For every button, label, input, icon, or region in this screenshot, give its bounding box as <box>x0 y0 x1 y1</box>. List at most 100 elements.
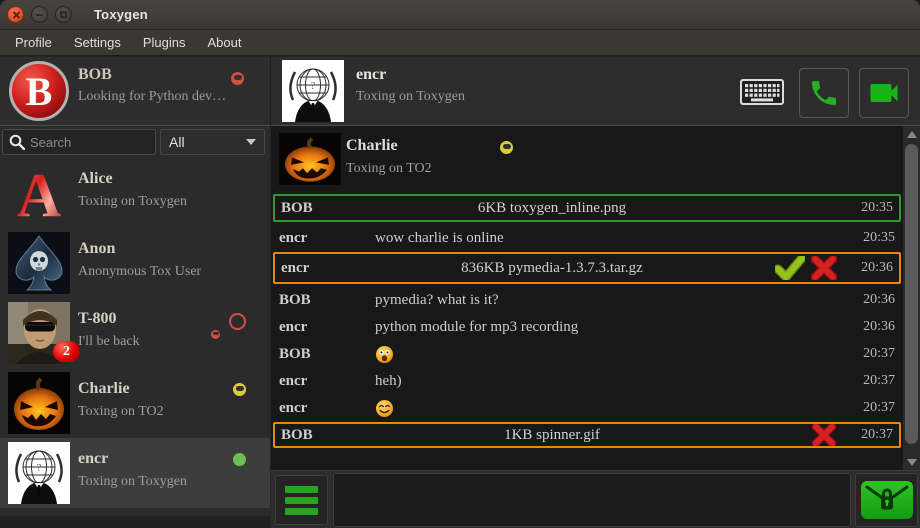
message-time: 20:36 <box>843 292 895 308</box>
menu-settings[interactable]: Settings <box>63 31 132 54</box>
message-row: BOB pymedia? what is it? 20:36 <box>273 287 901 313</box>
contact-row-t800[interactable]: T-800 I'll be back 2 <box>0 298 270 368</box>
video-camera-icon <box>866 75 902 111</box>
menu-plugins[interactable]: Plugins <box>132 31 197 54</box>
contact-row-alice[interactable]: A Alice Toxing on Toxygen <box>0 158 270 228</box>
cancel-file-button[interactable] <box>807 423 841 447</box>
smiling-emoji-icon <box>375 399 394 418</box>
file-transfer-row: BOB 1KB spinner.gif 20:37 <box>273 422 901 448</box>
message-time: 20:37 <box>843 346 895 362</box>
message-author: encr <box>279 230 375 247</box>
composer-bar <box>271 470 920 528</box>
message-text: python module for mp3 recording <box>375 319 843 336</box>
anonymous-mask-avatar: ? <box>8 442 70 504</box>
contact-status-message: Toxing on Toxygen <box>78 474 187 490</box>
anon-spade-skull-avatar <box>8 232 70 294</box>
message-row: BOB 😲 20:37 <box>273 341 901 367</box>
contact-row-anon[interactable]: Anon Anonymous Tox User <box>0 228 270 298</box>
close-button[interactable] <box>7 6 24 23</box>
search-input[interactable] <box>30 135 140 150</box>
message-time: 20:37 <box>841 427 893 443</box>
attachment-menu-button[interactable] <box>275 475 328 525</box>
video-call-button[interactable] <box>859 68 909 118</box>
scrollbar-thumb[interactable] <box>905 144 918 444</box>
file-transfer-label: 836KB pymedia-1.3.7.3.tar.gz <box>365 260 739 277</box>
sidebar: All A Alice Toxing on Toxygen <box>0 125 270 528</box>
phone-icon <box>808 77 840 109</box>
contact-name: T-800 <box>78 310 117 328</box>
message-input[interactable] <box>333 473 851 527</box>
chevron-down-icon <box>246 139 256 145</box>
check-icon <box>775 256 805 280</box>
busy-unread-status-icon <box>229 313 246 330</box>
message-author: BOB <box>281 200 377 217</box>
alice-avatar: A <box>8 162 70 224</box>
accept-file-button[interactable] <box>773 256 807 280</box>
message-time: 20:35 <box>841 200 893 216</box>
menu-about[interactable]: About <box>196 31 252 54</box>
message-text: 😊 <box>375 399 843 418</box>
message-row: encr python module for mp3 recording 20:… <box>273 314 901 340</box>
pumpkin-avatar <box>8 372 70 434</box>
search-box <box>2 129 156 155</box>
self-avatar-bob[interactable]: B <box>8 60 70 122</box>
contact-name: encr <box>78 450 108 468</box>
maximize-button[interactable] <box>55 6 72 23</box>
filter-value: All <box>169 134 185 150</box>
message-text: heh) <box>375 373 843 390</box>
chat-peer-status-message: Toxing on TO2 <box>346 161 432 177</box>
contact-row-encr[interactable]: ? encr Toxing on Toxygen <box>0 438 270 508</box>
contact-name: Alice <box>78 170 113 188</box>
active-chat-status-message: Toxing on Toxygen <box>356 89 465 105</box>
contact-row-charlie[interactable]: Charlie Toxing on TO2 <box>0 368 270 438</box>
message-author: encr <box>281 260 377 277</box>
message-author: BOB <box>279 346 375 363</box>
message-author: encr <box>279 319 375 336</box>
alice-letter: A <box>17 162 62 224</box>
cross-icon <box>811 424 837 446</box>
contact-status-message: Anonymous Tox User <box>78 264 201 280</box>
scroll-down-button[interactable] <box>903 454 920 470</box>
file-transfer-label: 1KB spinner.gif <box>365 427 739 444</box>
file-transfer-row: encr 836KB pymedia-1.3.7.3.tar.gz 20:36 <box>273 252 901 284</box>
sidebar-bottom-strip <box>0 516 270 528</box>
cross-icon <box>811 256 837 280</box>
pumpkin-avatar <box>279 133 341 185</box>
scroll-up-button[interactable] <box>903 126 920 142</box>
cancel-file-button[interactable] <box>807 256 841 280</box>
away-status-icon <box>233 383 246 396</box>
anon-question-mark: ? <box>311 80 316 92</box>
header: B BOB Looking for Python dev… ? encr T <box>0 57 920 125</box>
contact-status-message: Toxing on TO2 <box>78 404 164 420</box>
message-author: BOB <box>279 292 375 309</box>
window-title: Toxygen <box>94 7 148 22</box>
chat-scrollbar[interactable] <box>903 126 920 470</box>
search-row: All <box>0 129 270 155</box>
keyboard-icon <box>740 79 784 105</box>
message-list: BOB 6KB toxygen_inline.png 20:35 encr wo… <box>273 194 901 451</box>
send-message-button[interactable] <box>855 473 918 527</box>
contact-name: Anon <box>78 240 115 258</box>
typing-notification-button[interactable] <box>738 78 786 106</box>
arrow-up-icon <box>907 131 917 138</box>
message-author: encr <box>279 373 375 390</box>
self-name[interactable]: BOB <box>78 66 112 84</box>
toxygen-window: Toxygen Profile Settings Plugins About B… <box>0 0 920 528</box>
message-author: encr <box>279 400 375 417</box>
message-author: BOB <box>281 427 377 444</box>
astonished-emoji-icon <box>375 345 394 364</box>
minimize-button[interactable] <box>31 6 48 23</box>
message-time: 20:35 <box>843 230 895 246</box>
audio-call-button[interactable] <box>799 68 849 118</box>
contact-name: Charlie <box>78 380 130 398</box>
active-chat-name: encr <box>356 66 386 84</box>
self-status-message[interactable]: Looking for Python dev… <box>78 89 226 105</box>
contact-filter-dropdown[interactable]: All <box>160 129 265 155</box>
menu-profile[interactable]: Profile <box>4 31 63 54</box>
contact-status-message: Toxing on Toxygen <box>78 194 187 210</box>
message-row: encr heh) 20:37 <box>273 368 901 394</box>
message-row: encr wow charlie is online 20:35 <box>273 225 901 251</box>
message-time: 20:36 <box>841 260 893 276</box>
contact-list: A Alice Toxing on Toxygen <box>0 158 270 508</box>
unread-count-badge: 2 <box>53 341 80 362</box>
